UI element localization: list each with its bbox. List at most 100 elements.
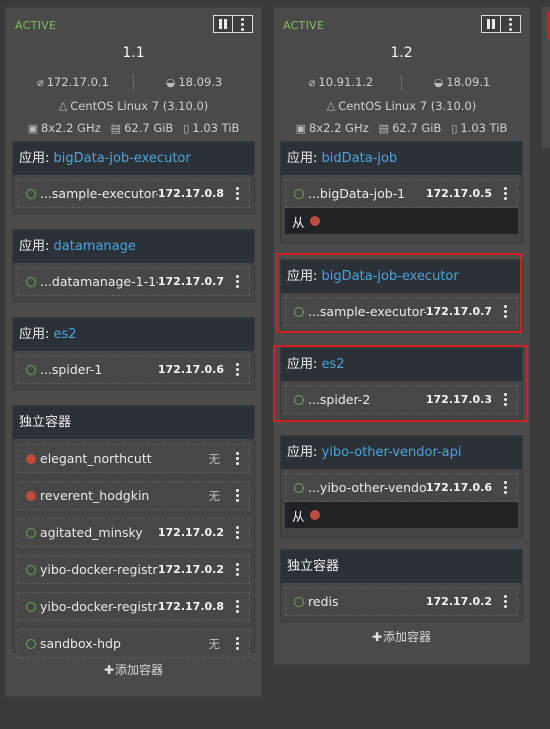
- highlight-box: [276, 253, 522, 333]
- add-container-button[interactable]: ✚添加容器: [6, 661, 261, 678]
- status-dot: [26, 276, 36, 287]
- memory-icon: ▤: [378, 122, 390, 135]
- status-dot: [294, 482, 304, 493]
- host-menu-button[interactable]: [233, 15, 253, 33]
- container-row[interactable]: agitated_minsky 172.17.0.2: [17, 518, 250, 547]
- link-icon: ⌀: [37, 76, 44, 89]
- pause-icon: [487, 19, 495, 29]
- pause-button[interactable]: [213, 15, 233, 33]
- status-dot: [26, 188, 36, 199]
- slave-label: 从: [292, 508, 305, 524]
- host-cpu: 8x2.2 GHz: [308, 121, 369, 135]
- host-cpu: 8x2.2 GHz: [40, 121, 101, 135]
- app-name[interactable]: es2: [54, 327, 77, 342]
- host-menu-button[interactable]: [501, 15, 521, 33]
- container-name: ...bigData-job-1: [308, 186, 406, 201]
- host-os: CentOS Linux 7 (3.10.0): [70, 99, 209, 113]
- app-title[interactable]: 应用: es2: [13, 318, 254, 351]
- plus-icon: ✚: [103, 663, 115, 677]
- container-menu-icon[interactable]: [230, 563, 244, 576]
- container-row[interactable]: ...datamanage-1-1-1 172.17.0.7: [17, 267, 250, 296]
- app-group: 应用: es2 ...spider-1 172.17.0.6: [12, 317, 255, 390]
- app-title[interactable]: 应用: yibo-other-vendor-api: [281, 436, 522, 469]
- status-dot: [294, 596, 304, 607]
- container-menu-icon[interactable]: [498, 187, 512, 200]
- host-name: 1.2: [390, 45, 413, 61]
- container-name: ...datamanage-1-1-1: [40, 274, 158, 289]
- app-group: 应用: yibo-other-vendor-api ...yibo-other-…: [280, 435, 523, 538]
- host-memory: 62.7 GiB: [392, 121, 442, 135]
- cpu-icon: ▣: [295, 122, 306, 135]
- whale-icon: ◒: [433, 76, 444, 89]
- container-ip: 172.17.0.5: [425, 187, 492, 200]
- app-title[interactable]: 应用: datamanage: [13, 230, 254, 263]
- slave-status-dot: [309, 216, 320, 226]
- container-row[interactable]: sandbox-hdp 无: [17, 629, 250, 658]
- container-ip: 172.17.0.2: [157, 526, 224, 539]
- host-status: ACTIVE: [15, 19, 57, 32]
- container-row[interactable]: ...yibo-other-vendor-...172.17.0.6: [285, 473, 518, 502]
- container-menu-icon[interactable]: [230, 637, 244, 650]
- host-card-1-1: ACTIVE 1.1 ⌀ 172.17.0.1 ◒ 18.09.3 △ CentOS …: [5, 7, 262, 697]
- slave-status-dot: [309, 510, 320, 520]
- disk-icon: ▯: [451, 122, 458, 135]
- container-row[interactable]: elegant_northcutt 无: [17, 444, 250, 473]
- host-os: CentOS Linux 7 (3.10.0): [338, 99, 477, 113]
- app-name[interactable]: datamanage: [54, 239, 136, 254]
- app-name[interactable]: bigData-job-executor: [54, 151, 191, 166]
- linux-penguin-icon: △: [326, 99, 336, 112]
- memory-icon: ▤: [110, 122, 122, 135]
- disk-icon: ▯: [183, 122, 190, 135]
- container-name: reverent_hodgkin: [40, 488, 150, 503]
- add-container-button[interactable]: ✚添加容器: [274, 628, 529, 645]
- host-memory: 62.7 GiB: [124, 121, 174, 135]
- container-row[interactable]: yibo-docker-registry-...172.17.0.2: [17, 555, 250, 584]
- app-title[interactable]: 应用: bidData-job: [281, 142, 522, 175]
- host-disk: 1.03 TiB: [192, 121, 240, 135]
- status-dot: [26, 601, 36, 612]
- highlight-box: [273, 345, 528, 422]
- host-card-1-2: ACTIVE 1.2 ⌀ 10.91.1.2 ◒ 18.09.1 △ CentOS L…: [273, 7, 530, 665]
- container-menu-icon[interactable]: [230, 275, 244, 288]
- standalone-group: 独立容器 redis 172.17.0.2: [280, 549, 523, 622]
- slave-row: 从: [285, 502, 518, 528]
- app-name[interactable]: bidData-job: [322, 151, 398, 166]
- container-name: agitated_minsky: [40, 525, 143, 540]
- container-menu-icon[interactable]: [230, 452, 244, 465]
- container-menu-icon[interactable]: [230, 600, 244, 613]
- app-name[interactable]: yibo-other-vendor-api: [322, 445, 462, 460]
- container-menu-icon[interactable]: [498, 595, 512, 608]
- container-menu-icon[interactable]: [230, 187, 244, 200]
- container-ip: 172.17.0.6: [425, 481, 492, 494]
- host-ip: 172.17.0.1: [46, 75, 109, 89]
- plus-icon: ✚: [371, 630, 383, 644]
- pause-button[interactable]: [481, 15, 501, 33]
- slave-label: 从: [292, 214, 305, 230]
- container-menu-icon[interactable]: [230, 363, 244, 376]
- container-ip: 172.17.0.2: [425, 595, 492, 608]
- link-icon: ⌀: [308, 76, 316, 89]
- container-name: redis: [308, 594, 339, 609]
- container-row[interactable]: ...sample-executor-2 172.17.0.8: [17, 179, 250, 208]
- status-dot: [26, 564, 36, 575]
- container-ip: 无: [208, 488, 221, 503]
- docker-version: 18.09.3: [178, 75, 223, 89]
- container-ip: 172.17.0.8: [157, 600, 224, 613]
- container-menu-icon[interactable]: [230, 489, 244, 502]
- whale-icon: ◒: [165, 76, 176, 89]
- container-row[interactable]: redis 172.17.0.2: [285, 587, 518, 616]
- status-dot: [26, 453, 36, 464]
- container-ip: 172.17.0.6: [157, 363, 224, 376]
- app-title[interactable]: 应用: bigData-job-executor: [13, 142, 254, 175]
- container-row[interactable]: reverent_hodgkin 无: [17, 481, 250, 510]
- container-row[interactable]: ...spider-1 172.17.0.6: [17, 355, 250, 384]
- vertical-dots-icon: [241, 17, 244, 31]
- container-menu-icon[interactable]: [498, 481, 512, 494]
- container-row[interactable]: yibo-docker-registry-...172.17.0.8: [17, 592, 250, 621]
- container-name: yibo-docker-registry-...: [40, 599, 158, 614]
- status-dot: [26, 638, 36, 649]
- host-name: 1.1: [122, 45, 145, 61]
- container-menu-icon[interactable]: [230, 526, 244, 539]
- container-row[interactable]: ...bigData-job-1 172.17.0.5: [285, 179, 518, 208]
- status-dot: [294, 188, 304, 199]
